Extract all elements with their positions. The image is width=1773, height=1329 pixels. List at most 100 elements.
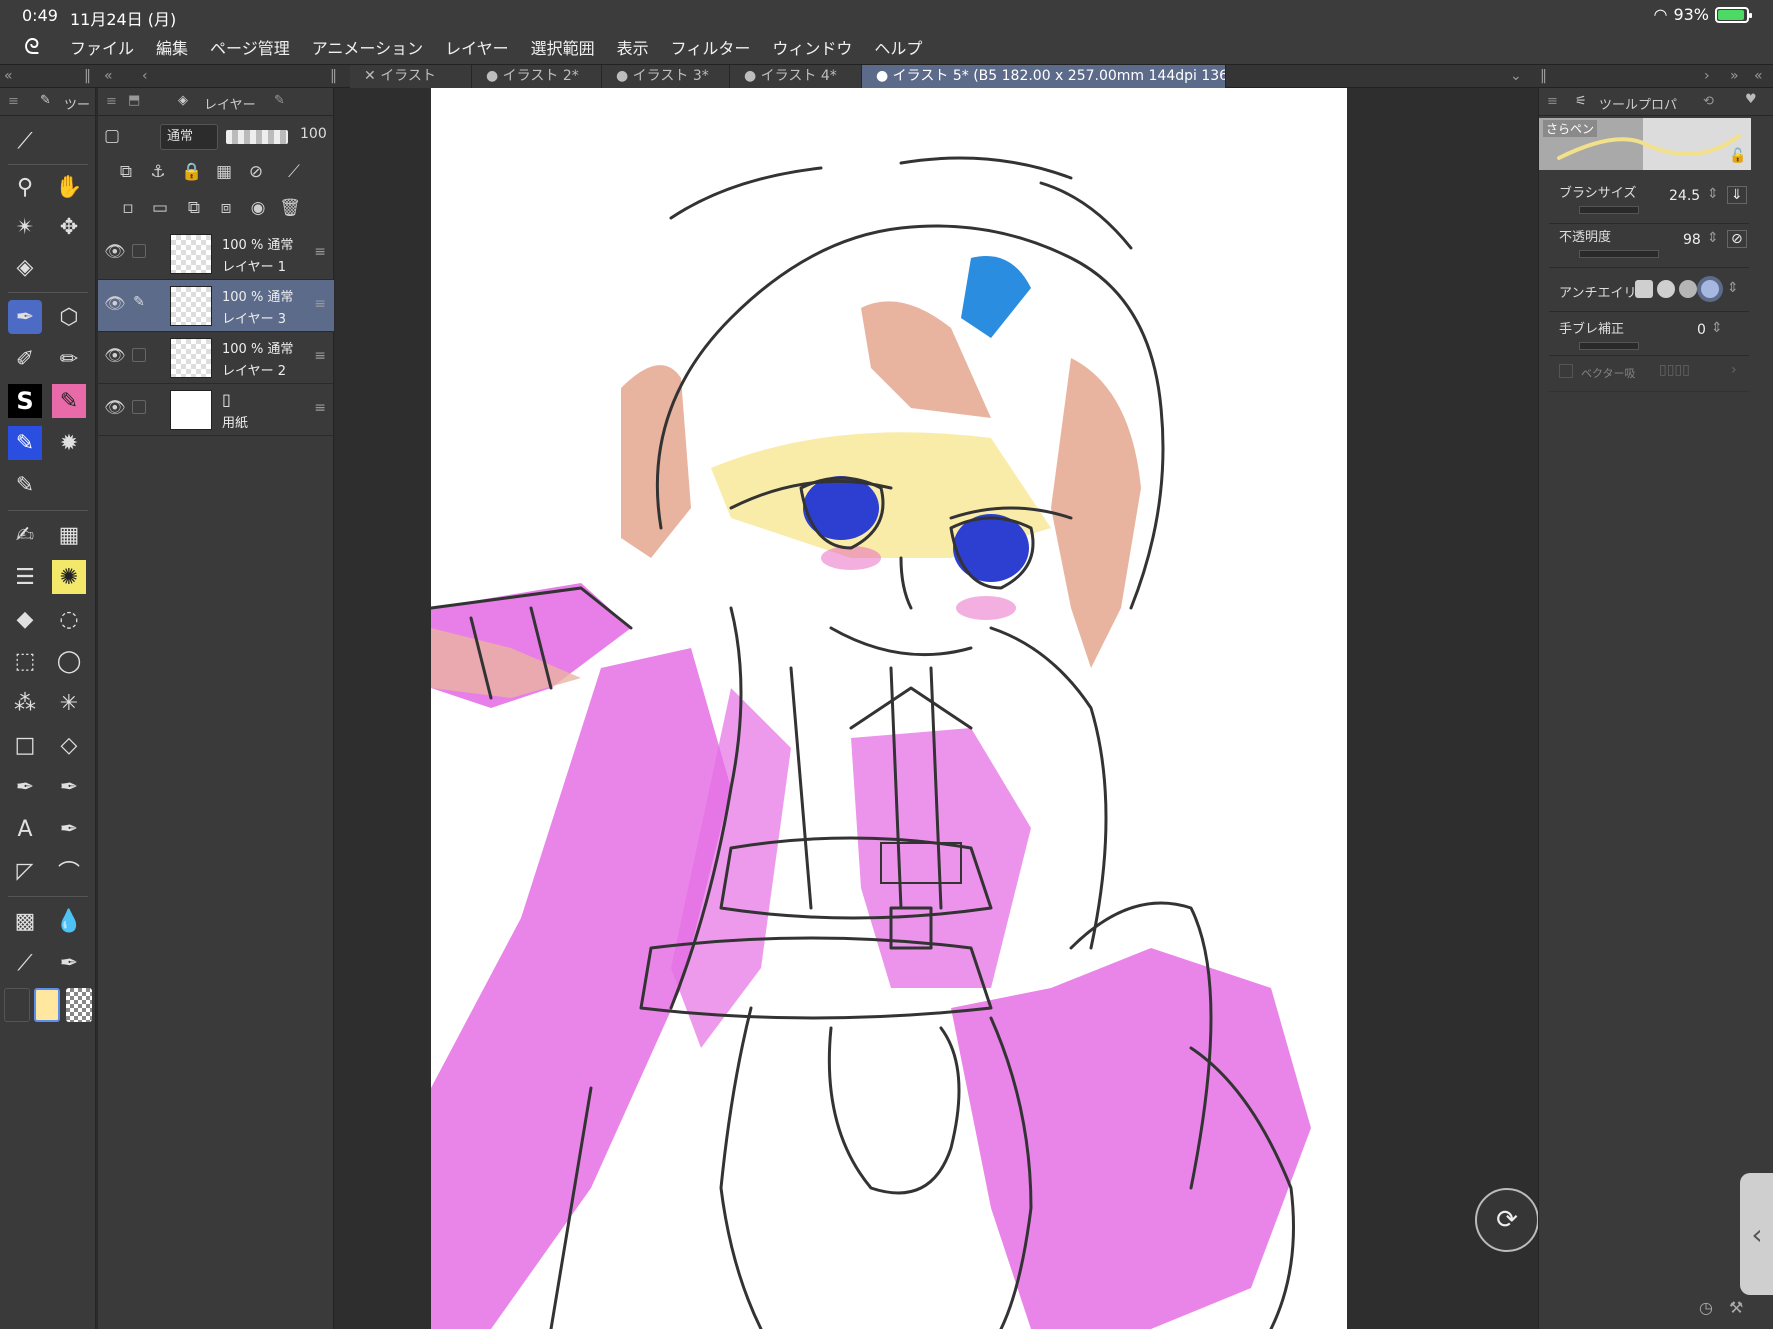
layer-checkbox[interactable] (132, 348, 146, 362)
menu-selection[interactable]: 選択範囲 (531, 35, 595, 59)
app-logo-icon[interactable]: ᘓ (0, 35, 70, 60)
opacity-toggle-icon[interactable]: ⊘ (1727, 230, 1747, 248)
rect-select-icon[interactable]: ⬚ (8, 644, 42, 678)
layer-checkbox[interactable] (132, 400, 146, 414)
lasso-icon[interactable]: ◯ (52, 644, 86, 678)
eye-icon[interactable]: 👁 (104, 294, 126, 314)
ruler-show-icon[interactable]: ⟋ (280, 158, 308, 186)
layer-property-icon[interactable]: ⬒ (128, 93, 140, 108)
antialias-medium-icon[interactable] (1679, 280, 1697, 298)
menu-animation[interactable]: アニメーション (312, 35, 423, 59)
color-pen-icon[interactable]: ✒ (52, 946, 86, 980)
canvas-area[interactable]: ⟳ (335, 88, 1538, 1329)
panel-grip-icon[interactable]: ‖ (1540, 68, 1547, 84)
layer-row[interactable]: 👁 100 % 通常 レイヤー 2 ≡ (98, 332, 334, 384)
blend-icon[interactable]: ✍ (8, 518, 42, 552)
menu-file[interactable]: ファイル (70, 35, 134, 59)
drag-handle-icon[interactable]: ≡ (314, 296, 326, 312)
ink-pen-icon[interactable]: ✒ (52, 770, 86, 804)
wrench-icon[interactable]: ⚒ (1729, 1298, 1743, 1317)
expand-panel-icon[interactable]: ‹ (1740, 1173, 1773, 1295)
move-icon[interactable]: ✥ (52, 210, 86, 244)
layer-row[interactable]: 👁 ✎ 100 % 通常 レイヤー 3 ≡ (98, 280, 334, 332)
text-icon[interactable]: A (8, 812, 42, 846)
radial-line-icon[interactable]: ✳ (52, 686, 86, 720)
pressure-toggle-icon[interactable]: ⇓ (1727, 186, 1747, 204)
s-brush-icon[interactable]: S (8, 384, 42, 418)
copy-layer-icon[interactable]: ⧉ (180, 194, 208, 222)
select-pen-icon[interactable]: ⁂ (8, 686, 42, 720)
stepper-icon[interactable]: ⇕ (1707, 230, 1719, 246)
layer-mask-icon[interactable]: ◉ (244, 194, 272, 222)
fill-icon[interactable]: ◆ (8, 602, 42, 636)
brush-icon[interactable]: ✎ (40, 93, 51, 108)
chevron-left-icon[interactable]: ‹ (142, 68, 148, 84)
menu-edit[interactable]: 編集 (156, 35, 188, 59)
blur-icon[interactable]: 💧 (52, 904, 86, 938)
pen-icon[interactable]: ✒ (8, 300, 42, 334)
collapse-left-icon[interactable]: « (4, 68, 13, 84)
lock-icon[interactable]: 🔒 (178, 158, 206, 186)
main-color-swatch[interactable] (34, 988, 60, 1022)
brush-preview[interactable]: さらペン 🔓 (1539, 118, 1751, 170)
pattern-icon[interactable]: ▦ (52, 518, 86, 552)
lock-transparency-icon[interactable]: ▦ (210, 158, 238, 186)
layer-stack-icon[interactable]: ☰ (8, 560, 42, 594)
lasso-fill-icon[interactable]: ◌ (52, 602, 86, 636)
chevron-right-icon[interactable]: › (1731, 362, 1737, 378)
menu-page[interactable]: ページ管理 (210, 35, 290, 59)
stabilization-value[interactable]: 0 (1697, 322, 1706, 338)
mask-enable-icon[interactable]: ⊘ (242, 158, 270, 186)
panel-grip-icon[interactable]: ‖ (84, 68, 91, 84)
layer-opacity-slider[interactable] (226, 130, 288, 144)
menu-help[interactable]: ヘルプ (874, 35, 922, 59)
blend-mode-select[interactable]: 通常 (160, 124, 218, 150)
chevron-right-icon[interactable]: › (1704, 68, 1710, 84)
eye-icon[interactable]: 👁 (104, 398, 126, 418)
settings-sliders-icon[interactable]: ⚟ (1575, 94, 1587, 109)
sub-color-swatch[interactable] (4, 988, 30, 1022)
stabilization-slider[interactable] (1579, 342, 1639, 350)
drag-handle-icon[interactable]: ≡ (314, 244, 326, 260)
new-folder-icon[interactable]: ▭ (146, 194, 174, 222)
drag-handle-icon[interactable]: ≡ (314, 400, 326, 416)
blue-pen-icon[interactable]: ✎ (8, 426, 42, 460)
chevron-down-icon[interactable]: ⌄ (1510, 68, 1522, 84)
vector-options-icon[interactable]: ▯▯▯▯ (1659, 362, 1690, 378)
tab-illust-1[interactable]: ✕ イラスト (350, 65, 472, 88)
heart-icon[interactable]: ♥ (1745, 92, 1757, 107)
layers-icon[interactable]: ◈ (178, 93, 188, 108)
new-raster-layer-icon[interactable]: ▫ (114, 194, 142, 222)
ruler-icon[interactable]: ⌒ (52, 854, 86, 888)
hand-icon[interactable]: ✋ (52, 170, 86, 204)
menu-window[interactable]: ウィンドウ (772, 35, 852, 59)
eraser-icon[interactable]: ◇ (52, 728, 86, 762)
antialias-weak-icon[interactable] (1657, 280, 1675, 298)
panel-grip-icon[interactable]: ‖ (330, 68, 337, 84)
tab-illust-4[interactable]: ● イラスト 4* (730, 65, 862, 88)
stepper-icon[interactable]: ⇕ (1707, 186, 1719, 202)
3d-object-icon[interactable]: ⬡ (52, 300, 86, 334)
tab-illust-3[interactable]: ● イラスト 3* (602, 65, 730, 88)
clock-icon[interactable]: ◷ (1699, 1298, 1713, 1317)
opacity-slider[interactable] (1579, 250, 1659, 258)
merge-down-icon[interactable]: ⧈ (212, 194, 240, 222)
layer-opacity-value[interactable]: 100 (300, 126, 327, 142)
transparent-color-swatch[interactable] (66, 988, 92, 1022)
brush-settings-icon[interactable]: ⟲ (1703, 94, 1714, 109)
marker-icon[interactable]: ✏ (52, 342, 86, 376)
airbrush-icon[interactable]: ✎ (8, 468, 42, 502)
trash-icon[interactable]: 🗑 (276, 194, 304, 222)
clip-icon[interactable]: ⧉ (112, 158, 140, 186)
menu-filter[interactable]: フィルター (671, 35, 751, 59)
stepper-icon[interactable]: ⇕ (1727, 280, 1739, 296)
stepper-icon[interactable]: ⇕ (1711, 320, 1723, 336)
eye-icon[interactable]: 👁 (104, 346, 126, 366)
menu-icon[interactable]: ≡ (1547, 94, 1558, 109)
gradient-icon[interactable]: ▩ (8, 904, 42, 938)
pencil-tab-icon[interactable]: ✎ (274, 93, 285, 108)
layer-row[interactable]: 👁 ▯ 用紙 ≡ (98, 384, 334, 436)
drag-handle-icon[interactable]: ≡ (314, 348, 326, 364)
tab-illust-2[interactable]: ● イラスト 2* (472, 65, 602, 88)
close-icon[interactable]: ✕ (364, 68, 380, 84)
